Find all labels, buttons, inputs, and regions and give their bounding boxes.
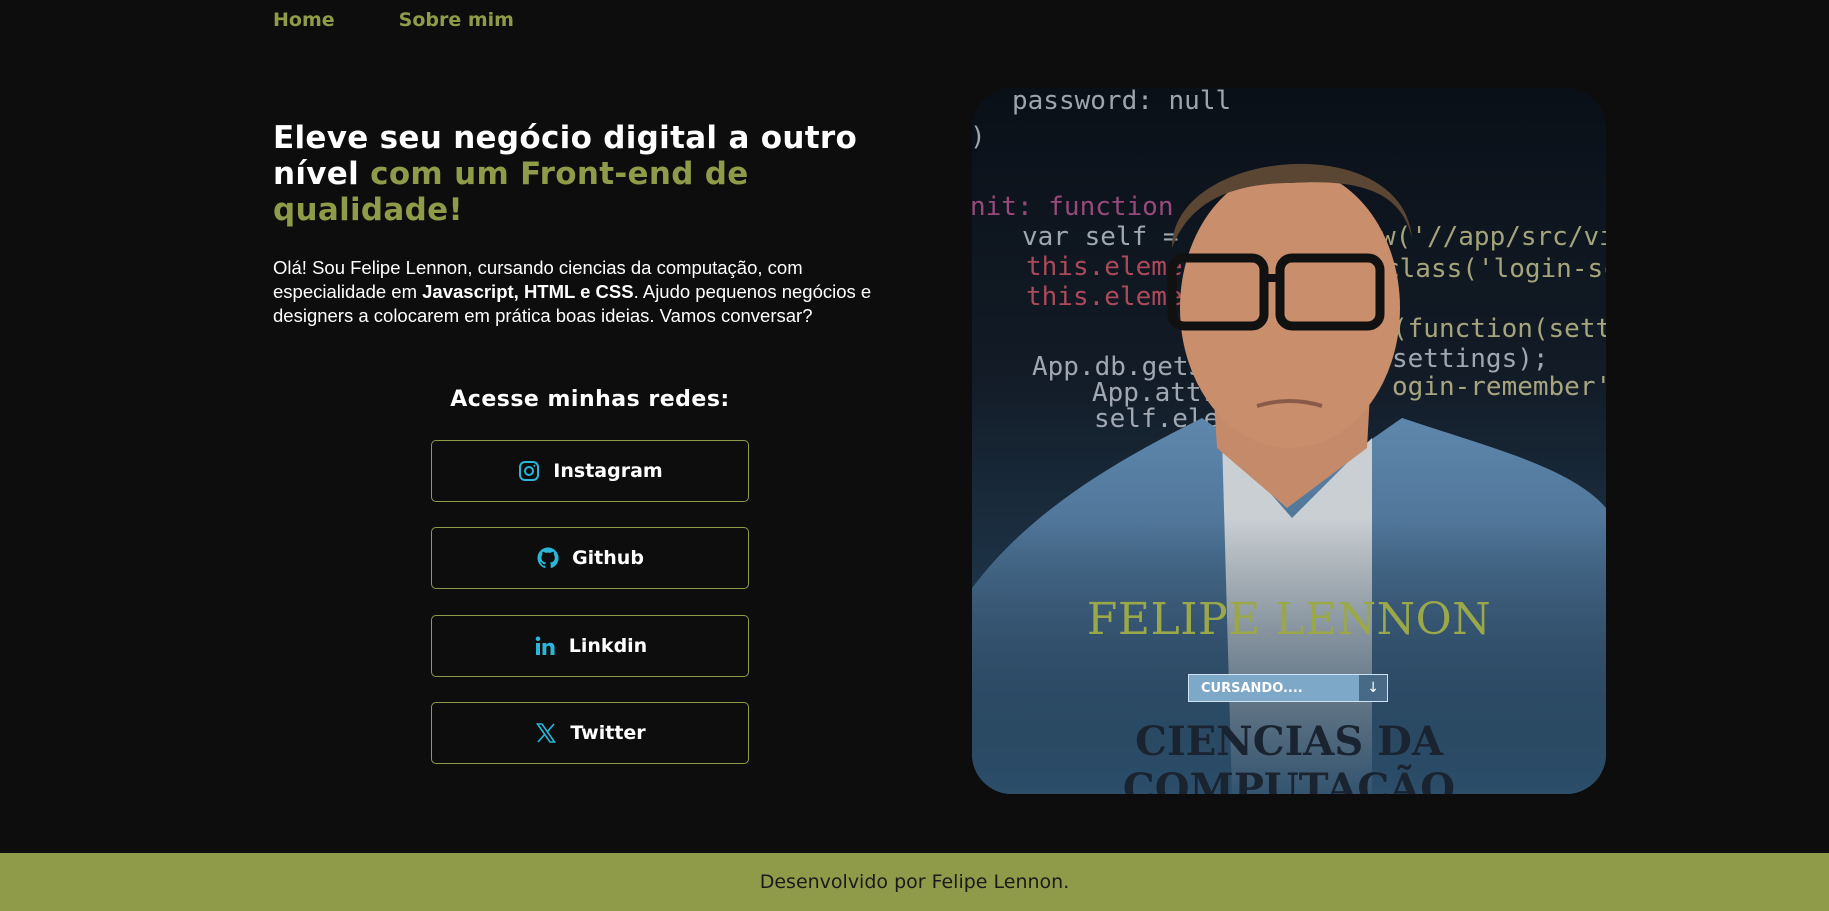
instagram-button[interactable]: Instagram (431, 440, 749, 502)
linkedin-icon (535, 636, 555, 655)
top-nav: Home Sobre mim (273, 9, 514, 31)
socials-title: Acesse minhas redes: (450, 387, 730, 412)
linkedin-label: Linkdin (568, 635, 648, 657)
footer-text: Desenvolvido por Felipe Lennon. (759, 871, 1070, 893)
course-badge: CURSANDO.... ↓ (1188, 674, 1388, 702)
github-button[interactable]: Github (431, 527, 749, 589)
hero-headline: Eleve seu negócio digital a outro nível … (273, 120, 913, 228)
instagram-label: Instagram (553, 460, 663, 482)
linkedin-button[interactable]: Linkdin (431, 615, 749, 677)
twitter-label: Twitter (570, 722, 646, 744)
intro-paragraph: Olá! Sou Felipe Lennon, cursando ciencia… (273, 256, 903, 328)
github-label: Github (572, 547, 644, 569)
twitter-button[interactable]: Twitter (431, 702, 749, 764)
instagram-icon (519, 461, 540, 481)
hero-section: Eleve seu negócio digital a outro nível … (273, 120, 913, 328)
x-twitter-icon (536, 723, 557, 743)
course-badge-label: CURSANDO.... (1201, 680, 1303, 696)
profile-photo-card: password: null ) nit: function var self … (972, 88, 1606, 794)
nav-about-link[interactable]: Sobre mim (399, 9, 514, 31)
card-name: FELIPE LENNON (1086, 594, 1492, 645)
github-icon (537, 547, 559, 569)
footer: Desenvolvido por Felipe Lennon. (0, 853, 1829, 911)
intro-skills: Javascript, HTML e CSS (422, 281, 634, 302)
card-course: CIENCIAS DA COMPUTAÇÃO (1122, 718, 1456, 794)
nav-home-link[interactable]: Home (273, 9, 335, 31)
arrow-down-icon: ↓ (1359, 675, 1387, 701)
